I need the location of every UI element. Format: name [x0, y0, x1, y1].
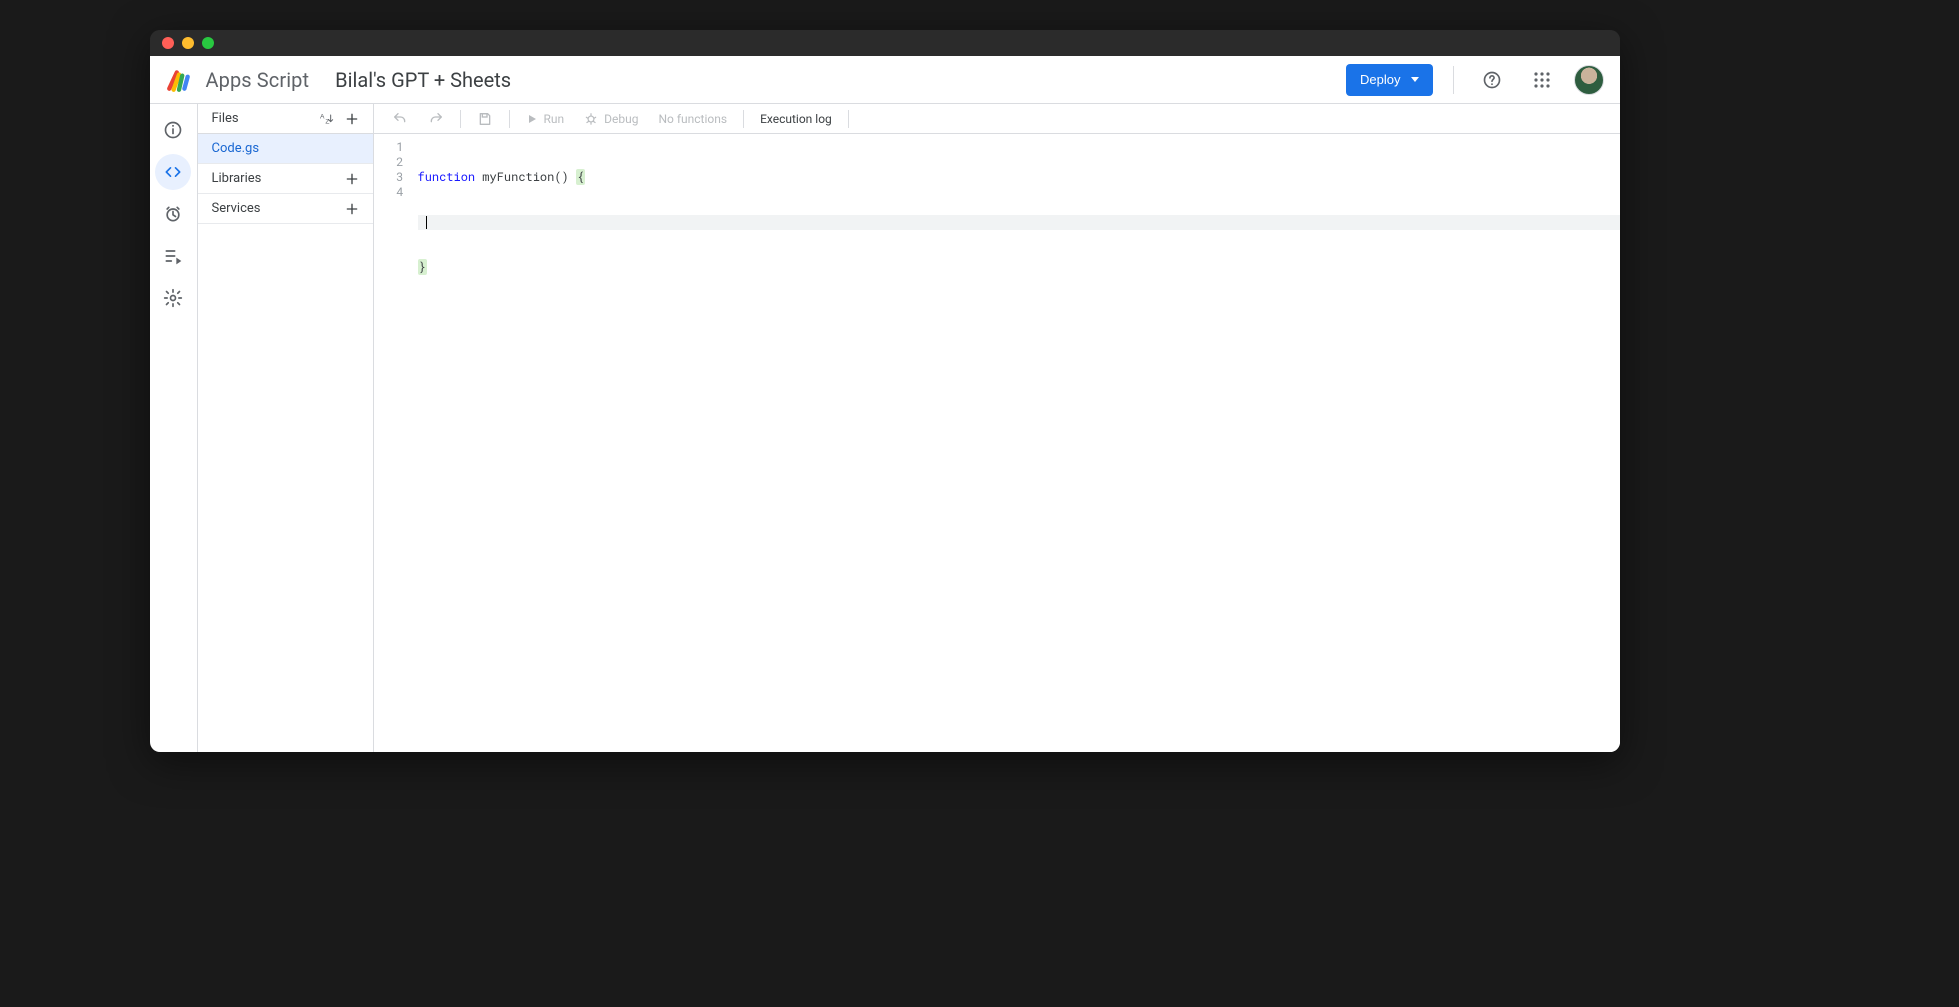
- brace-token: }: [418, 259, 427, 275]
- header-divider: [1453, 66, 1454, 94]
- body: Files A Z: [150, 104, 1620, 752]
- debug-button[interactable]: Debug: [576, 107, 646, 131]
- sort-files-button[interactable]: A Z: [313, 106, 339, 132]
- line-number: 4: [374, 185, 404, 200]
- plus-icon: [344, 111, 360, 127]
- account-avatar[interactable]: [1574, 65, 1604, 95]
- header-bar: Apps Script Bilal's GPT + Sheets Deploy: [150, 56, 1620, 104]
- code-line[interactable]: [418, 215, 1620, 230]
- services-label: Services: [212, 201, 261, 216]
- file-item-label: Code.gs: [212, 141, 260, 156]
- debug-icon: [584, 112, 598, 126]
- apps-script-app: Apps Script Bilal's GPT + Sheets Deploy: [150, 56, 1620, 752]
- apps-grid-icon: [1533, 71, 1551, 89]
- deploy-button[interactable]: Deploy: [1346, 64, 1432, 96]
- mac-titlebar: [150, 30, 1620, 56]
- add-library-button[interactable]: [339, 166, 365, 192]
- svg-text:A: A: [320, 113, 325, 120]
- identifier-token: myFunction(): [475, 169, 576, 185]
- help-button[interactable]: [1474, 62, 1510, 98]
- line-number: 1: [374, 140, 404, 155]
- rail-executions[interactable]: [155, 238, 191, 274]
- plus-icon: [344, 171, 360, 187]
- project-title[interactable]: Bilal's GPT + Sheets: [335, 68, 511, 92]
- deploy-button-label: Deploy: [1360, 72, 1400, 87]
- editor-area: Run Debug No functions: [374, 104, 1620, 752]
- function-selector[interactable]: No functions: [650, 107, 735, 131]
- text-cursor: [426, 216, 427, 229]
- play-icon: [526, 113, 538, 125]
- mac-window: Apps Script Bilal's GPT + Sheets Deploy: [150, 30, 1620, 752]
- mac-close-button[interactable]: [162, 37, 174, 49]
- execution-log-label: Execution log: [760, 112, 832, 126]
- files-panel: Files A Z: [198, 104, 374, 752]
- chevron-down-icon: [1411, 77, 1419, 82]
- code-editor[interactable]: 1 2 3 4 function myFunction() { }: [374, 134, 1620, 752]
- files-header: Files A Z: [198, 104, 373, 134]
- file-item-code-gs[interactable]: Code.gs: [198, 134, 373, 164]
- rail-triggers[interactable]: [155, 196, 191, 232]
- save-icon: [477, 111, 493, 127]
- services-header: Services: [198, 194, 373, 224]
- google-apps-button[interactable]: [1524, 62, 1560, 98]
- debug-label: Debug: [604, 112, 638, 126]
- line-number: 3: [374, 170, 404, 185]
- function-selector-label: No functions: [658, 112, 727, 126]
- editor-toolbar: Run Debug No functions: [374, 104, 1620, 134]
- sort-az-icon: A Z: [318, 111, 334, 127]
- mac-zoom-button[interactable]: [202, 37, 214, 49]
- line-number: 2: [374, 155, 404, 170]
- add-service-button[interactable]: [339, 196, 365, 222]
- libraries-label: Libraries: [212, 171, 262, 186]
- redo-icon: [428, 111, 444, 127]
- mac-minimize-button[interactable]: [182, 37, 194, 49]
- add-file-button[interactable]: [339, 106, 365, 132]
- code-body[interactable]: function myFunction() { }: [414, 134, 1620, 752]
- product-name: Apps Script: [206, 68, 310, 92]
- undo-button[interactable]: [384, 107, 416, 131]
- code-line[interactable]: }: [418, 260, 1620, 275]
- apps-script-logo-icon: [166, 67, 192, 93]
- code-icon: [163, 162, 183, 182]
- brace-token: {: [576, 169, 585, 185]
- plus-icon: [344, 201, 360, 217]
- code-line[interactable]: [418, 305, 1620, 320]
- libraries-header: Libraries: [198, 164, 373, 194]
- line-number-gutter: 1 2 3 4: [374, 134, 414, 752]
- execution-log-button[interactable]: Execution log: [752, 107, 840, 131]
- run-button[interactable]: Run: [518, 107, 573, 131]
- files-header-label: Files: [212, 111, 239, 126]
- info-icon: [163, 120, 183, 140]
- rail-overview[interactable]: [155, 112, 191, 148]
- left-rail: [150, 104, 198, 752]
- save-button[interactable]: [469, 107, 501, 131]
- run-label: Run: [544, 112, 565, 126]
- clock-icon: [163, 204, 183, 224]
- redo-button[interactable]: [420, 107, 452, 131]
- list-play-icon: [163, 246, 183, 266]
- rail-settings[interactable]: [155, 280, 191, 316]
- code-line[interactable]: function myFunction() {: [418, 170, 1620, 185]
- undo-icon: [392, 111, 408, 127]
- rail-editor[interactable]: [155, 154, 191, 190]
- keyword-token: function: [418, 169, 476, 185]
- gear-icon: [163, 288, 183, 308]
- help-icon: [1482, 70, 1502, 90]
